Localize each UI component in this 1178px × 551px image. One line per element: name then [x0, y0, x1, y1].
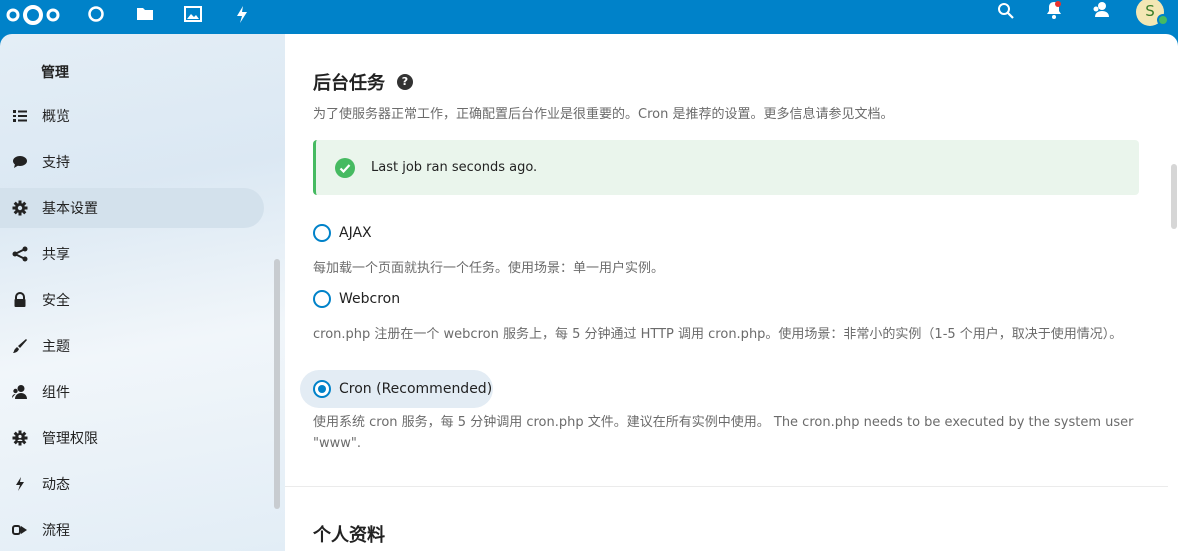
sidebar-item-flow[interactable]: 流程 — [0, 510, 264, 550]
sidebar: 管理 概览 支持 基本设置 共享 安全 主题 组件 管理权限 动态 流程 — [0, 34, 285, 551]
sidebar-item-label: 基本设置 — [42, 201, 98, 217]
section-description: 为了使服务器正常工作，正确配置后台作业是很重要的。Cron 是推荐的设置。更多信… — [313, 107, 894, 122]
notice-text: Last job ran seconds ago. — [371, 160, 538, 175]
sidebar-scrollbar[interactable] — [274, 259, 280, 509]
admin-gear-icon — [12, 430, 28, 446]
status-online-icon — [1157, 14, 1169, 26]
user-group-icon — [12, 385, 27, 399]
radio-label: Webcron — [339, 291, 401, 307]
sidebar-item-activity[interactable]: 动态 — [0, 464, 264, 504]
sidebar-item-label: 流程 — [42, 523, 70, 539]
sidebar-item-label: 管理权限 — [42, 431, 98, 447]
sidebar-item-label: 支持 — [42, 155, 70, 171]
sidebar-item-overview[interactable]: 概览 — [0, 96, 264, 136]
radio-button[interactable] — [313, 224, 331, 242]
radio-webcron[interactable]: Webcron — [313, 290, 400, 308]
sidebar-item-label: 安全 — [42, 293, 70, 309]
activity-icon[interactable] — [232, 4, 252, 24]
photos-icon[interactable] — [183, 4, 203, 24]
sidebar-item-theming[interactable]: 主题 — [0, 326, 264, 366]
help-icon[interactable]: ? — [397, 74, 413, 90]
chat-bubble-icon — [13, 156, 27, 168]
section-title-personal-info: 个人资料 — [313, 521, 385, 547]
sidebar-item-label: 概览 — [42, 109, 70, 125]
paintbrush-icon — [13, 339, 27, 353]
sidebar-item-label: 共享 — [42, 247, 70, 263]
main-scrollbar[interactable] — [1171, 164, 1177, 229]
sidebar-item-label: 主题 — [42, 339, 70, 355]
sidebar-item-sharing[interactable]: 共享 — [0, 234, 264, 274]
radio-label: Cron (Recommended) — [339, 381, 493, 397]
section-title-text: 个人资料 — [313, 525, 385, 546]
search-icon[interactable] — [996, 1, 1016, 21]
radio-button[interactable] — [313, 290, 331, 308]
notifications-icon[interactable] — [1044, 0, 1064, 20]
radio-label: AJAX — [339, 225, 372, 241]
share-icon — [12, 246, 28, 262]
lock-icon — [14, 292, 26, 307]
sidebar-heading: 管理 — [41, 65, 69, 81]
dashboard-icon[interactable] — [86, 4, 106, 24]
sidebar-item-basic-settings[interactable]: 基本设置 — [0, 188, 264, 228]
files-icon[interactable] — [135, 4, 155, 24]
section-divider — [285, 486, 1168, 487]
lightning-icon — [16, 477, 24, 491]
sidebar-item-support[interactable]: 支持 — [0, 142, 264, 182]
check-circle-icon — [335, 157, 355, 178]
gear-icon — [12, 200, 28, 216]
flow-icon — [12, 525, 27, 535]
logo-icon[interactable] — [0, 4, 66, 26]
sidebar-item-security[interactable]: 安全 — [0, 280, 264, 320]
contacts-icon[interactable] — [1091, 0, 1111, 20]
sidebar-item-groupware[interactable]: 组件 — [0, 372, 264, 412]
option-description: 使用系统 cron 服务，每 5 分钟调用 cron.php 文件。建议在所有实… — [313, 415, 1134, 451]
list-icon — [13, 110, 27, 122]
section-title-text: 后台任务 — [313, 73, 385, 94]
radio-cron[interactable]: Cron (Recommended) — [313, 380, 492, 398]
last-job-notice: Last job ran seconds ago. — [313, 140, 1139, 195]
main-content: 后台任务 ? 为了使服务器正常工作，正确配置后台作业是很重要的。Cron 是推荐… — [285, 34, 1178, 551]
sidebar-item-label: 组件 — [42, 385, 70, 401]
sidebar-item-label: 动态 — [42, 477, 70, 493]
sidebar-item-admin-privileges[interactable]: 管理权限 — [0, 418, 264, 458]
option-description: cron.php 注册在一个 webcron 服务上，每 5 分钟通过 HTTP… — [313, 327, 1123, 342]
section-title-background-jobs: 后台任务 ? — [313, 69, 413, 95]
option-description: 每加载一个页面就执行一个任务。使用场景：单一用户实例。 — [313, 261, 665, 276]
top-header: S — [0, 0, 1178, 34]
radio-button-checked[interactable] — [313, 380, 331, 398]
radio-ajax[interactable]: AJAX — [313, 224, 372, 242]
